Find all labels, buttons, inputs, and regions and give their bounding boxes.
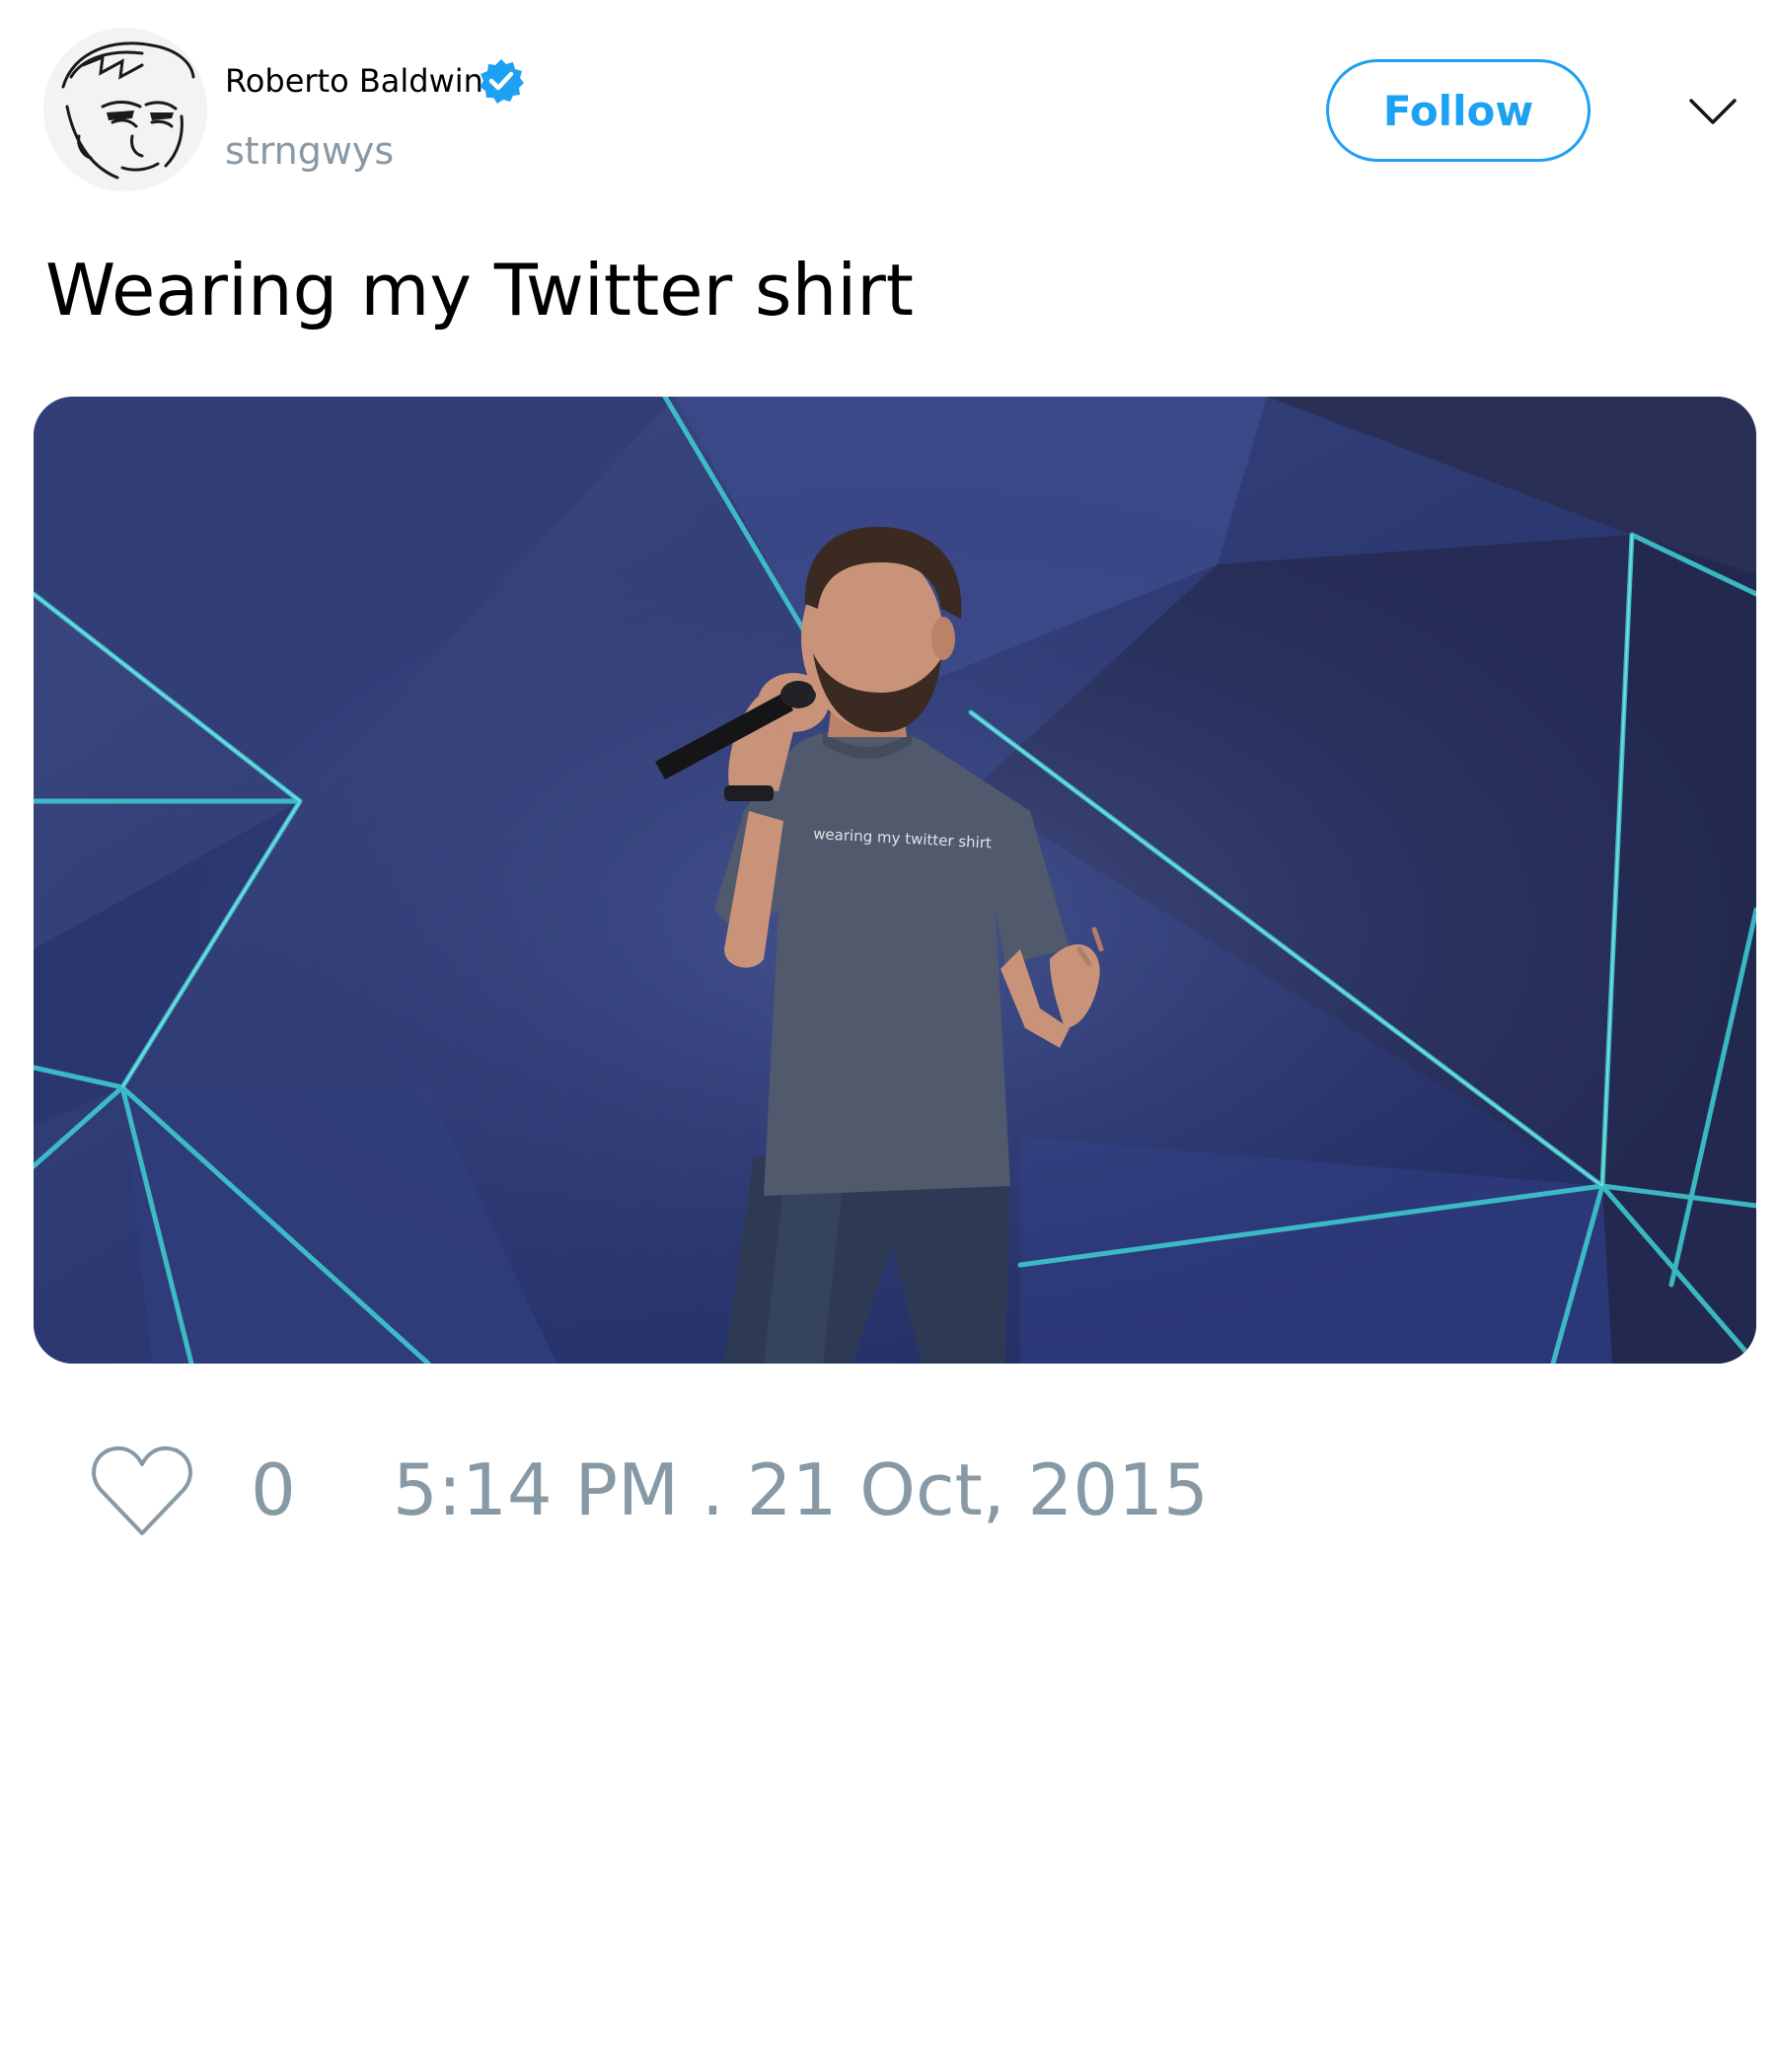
heart-icon[interactable] <box>89 1443 195 1541</box>
avatar[interactable] <box>43 28 207 191</box>
tweet-photo[interactable]: wearing my twitter shirt <box>34 397 1756 1364</box>
chevron-down-icon[interactable] <box>1685 83 1740 138</box>
like-count: 0 <box>251 1448 296 1531</box>
verified-badge-icon <box>478 57 525 105</box>
user-name[interactable]: Roberto Baldwin <box>225 61 483 101</box>
user-handle[interactable]: strngwys <box>225 128 394 174</box>
sketch-portrait-avatar-icon <box>43 28 207 191</box>
follow-button[interactable]: Follow <box>1326 59 1591 162</box>
timestamp[interactable]: 5:14 PM . 21 Oct, 2015 <box>393 1448 1209 1531</box>
tweet-footer: 0 5:14 PM . 21 Oct, 2015 <box>0 1441 1776 1539</box>
tweet-text: Wearing my Twitter shirt <box>45 249 915 332</box>
tweet-card: Roberto Baldwin strngwys Follow Wearing … <box>0 0 1776 2072</box>
